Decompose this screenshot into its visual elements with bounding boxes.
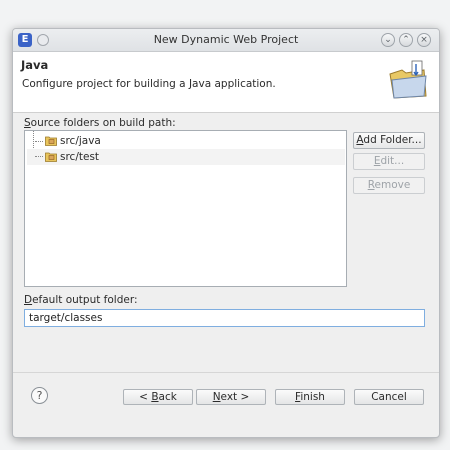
window-title: New Dynamic Web Project <box>153 33 299 46</box>
tree-connector <box>35 156 43 157</box>
tree-item-label: src/java <box>60 135 101 147</box>
page-description: Configure project for building a Java ap… <box>22 78 276 90</box>
maximize-icon[interactable]: ⌃ <box>399 33 413 47</box>
java-folder-icon <box>389 60 427 99</box>
help-icon[interactable]: ? <box>31 387 48 404</box>
dialog-window: E New Dynamic Web Project ⌄ ⌃ × Java Con… <box>12 28 440 438</box>
remove-button[interactable]: Remove <box>353 177 425 194</box>
tree-item[interactable]: src/test <box>27 149 345 165</box>
source-folders-label: Source folders on build path: <box>24 117 176 129</box>
next-button[interactable]: Next > <box>196 389 266 405</box>
source-folder-icon <box>45 152 57 162</box>
title-bar[interactable]: E New Dynamic Web Project ⌄ ⌃ × <box>13 29 439 52</box>
finish-button[interactable]: Finish <box>275 389 345 405</box>
minimize-icon[interactable]: ⌄ <box>381 33 395 47</box>
source-folders-tree[interactable]: src/java src/test <box>24 130 347 287</box>
cancel-button[interactable]: Cancel <box>354 389 424 405</box>
back-button[interactable]: < Back <box>123 389 193 405</box>
output-folder-label: Default output folder: <box>24 294 138 306</box>
edit-button[interactable]: Edit... <box>353 153 425 170</box>
add-folder-button[interactable]: Add Folder... <box>353 132 425 149</box>
tree-connector <box>35 141 43 142</box>
footer-separator <box>13 372 439 373</box>
output-folder-input[interactable]: target/classes <box>24 309 425 327</box>
tree-item[interactable]: src/java <box>27 133 345 149</box>
tree-item-label: src/test <box>60 151 100 163</box>
page-title: Java <box>21 58 49 72</box>
close-icon[interactable]: × <box>417 33 431 47</box>
source-folder-icon <box>45 136 57 146</box>
wizard-header: Java Configure project for building a Ja… <box>13 52 439 113</box>
